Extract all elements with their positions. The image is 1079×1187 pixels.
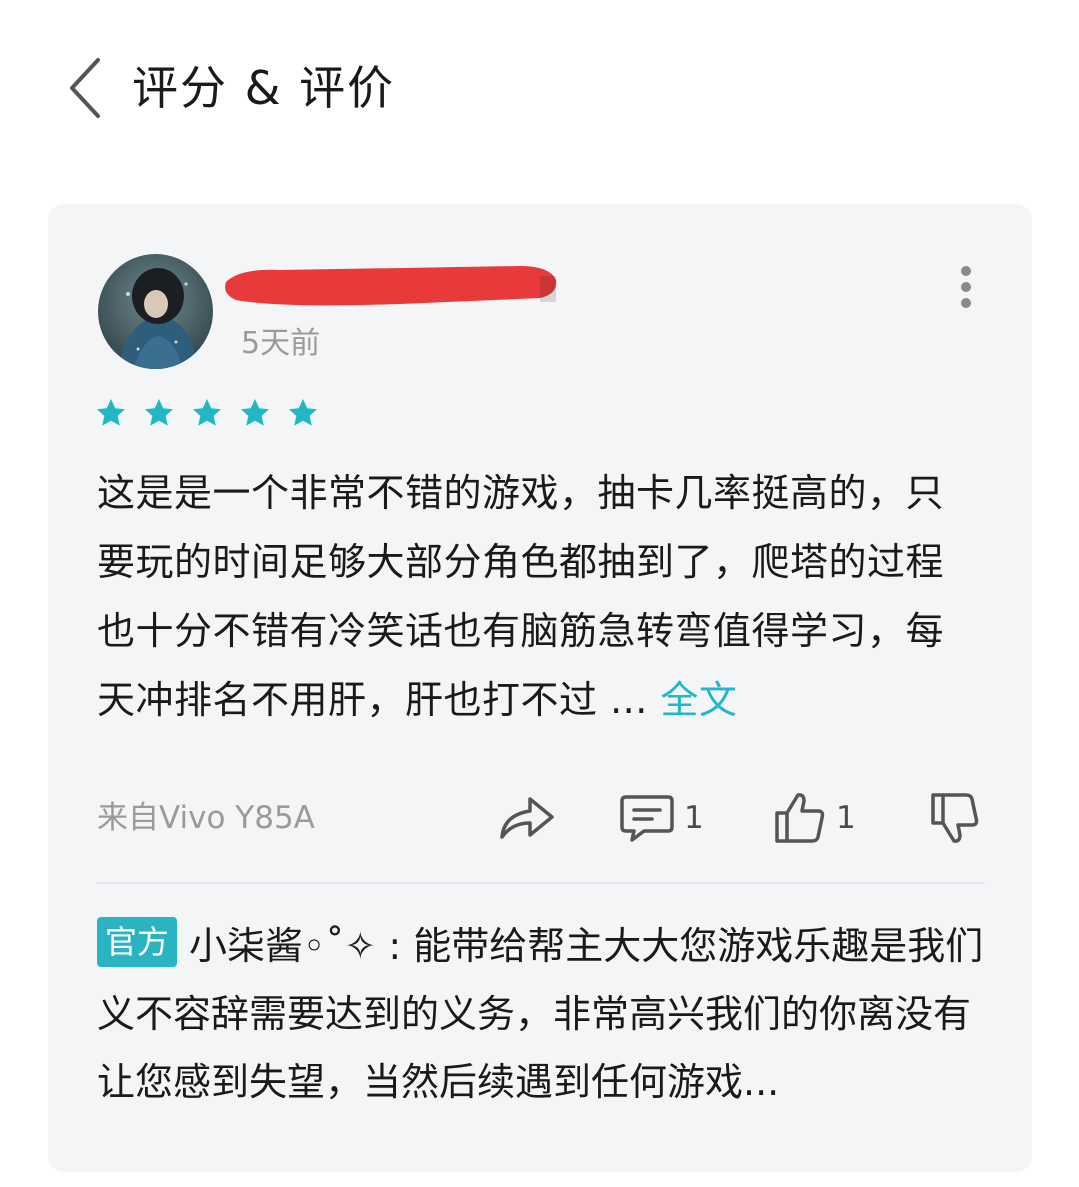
share-button[interactable] xyxy=(498,788,556,848)
username-redacted xyxy=(220,260,560,310)
star-icon xyxy=(145,399,173,426)
star-icon xyxy=(193,399,221,426)
star-icon xyxy=(289,399,317,426)
star-rating xyxy=(95,397,319,429)
official-reply[interactable]: 官方 小柒酱◦˚✧ : 能带给帮主大大您游戏乐趣是我们义不容辞需要达到的义务，非常… xyxy=(97,912,987,1116)
comment-button[interactable]: 1 xyxy=(620,788,704,848)
device-info: 来自Vivo Y85A xyxy=(97,800,315,836)
review-text: 这是是一个非常不错的游戏，抽卡几率挺高的，只要玩的时间足够大部分角色都抽到了，爬… xyxy=(97,459,977,735)
thumbs-down-icon xyxy=(931,793,979,843)
share-icon xyxy=(500,797,554,839)
back-button[interactable] xyxy=(58,52,118,124)
divider xyxy=(97,882,985,884)
avatar[interactable] xyxy=(98,254,213,369)
like-count: 1 xyxy=(836,800,856,836)
more-vertical-icon xyxy=(961,266,971,308)
official-badge: 官方 xyxy=(97,917,178,967)
review-card: 5天前 这是是一个非常不错的游戏，抽卡几率挺高的，只要玩的时间足够大部分角色都抽… xyxy=(48,204,1032,1172)
more-options-button[interactable] xyxy=(946,264,986,310)
page-title: 评分 & 评价 xyxy=(132,61,396,115)
star-icon xyxy=(241,399,269,426)
full-text-link[interactable]: 全文 xyxy=(660,678,737,722)
dislike-button[interactable] xyxy=(930,788,980,848)
star-icon xyxy=(97,399,125,426)
header: 评分 & 评价 xyxy=(0,0,1079,180)
chevron-left-icon xyxy=(70,58,100,118)
review-timestamp: 5天前 xyxy=(241,326,321,361)
comment-count: 1 xyxy=(684,800,704,836)
review-body: 这是是一个非常不错的游戏，抽卡几率挺高的，只要玩的时间足够大部分角色都抽到了，爬… xyxy=(97,471,945,722)
official-reply-text: 小柒酱◦˚✧ : 能带给帮主大大您游戏乐趣是我们义不容辞需要达到的义务，非常高兴… xyxy=(97,924,984,1104)
comment-icon xyxy=(620,795,674,842)
like-button[interactable]: 1 xyxy=(774,788,856,848)
thumbs-up-icon xyxy=(775,793,825,843)
